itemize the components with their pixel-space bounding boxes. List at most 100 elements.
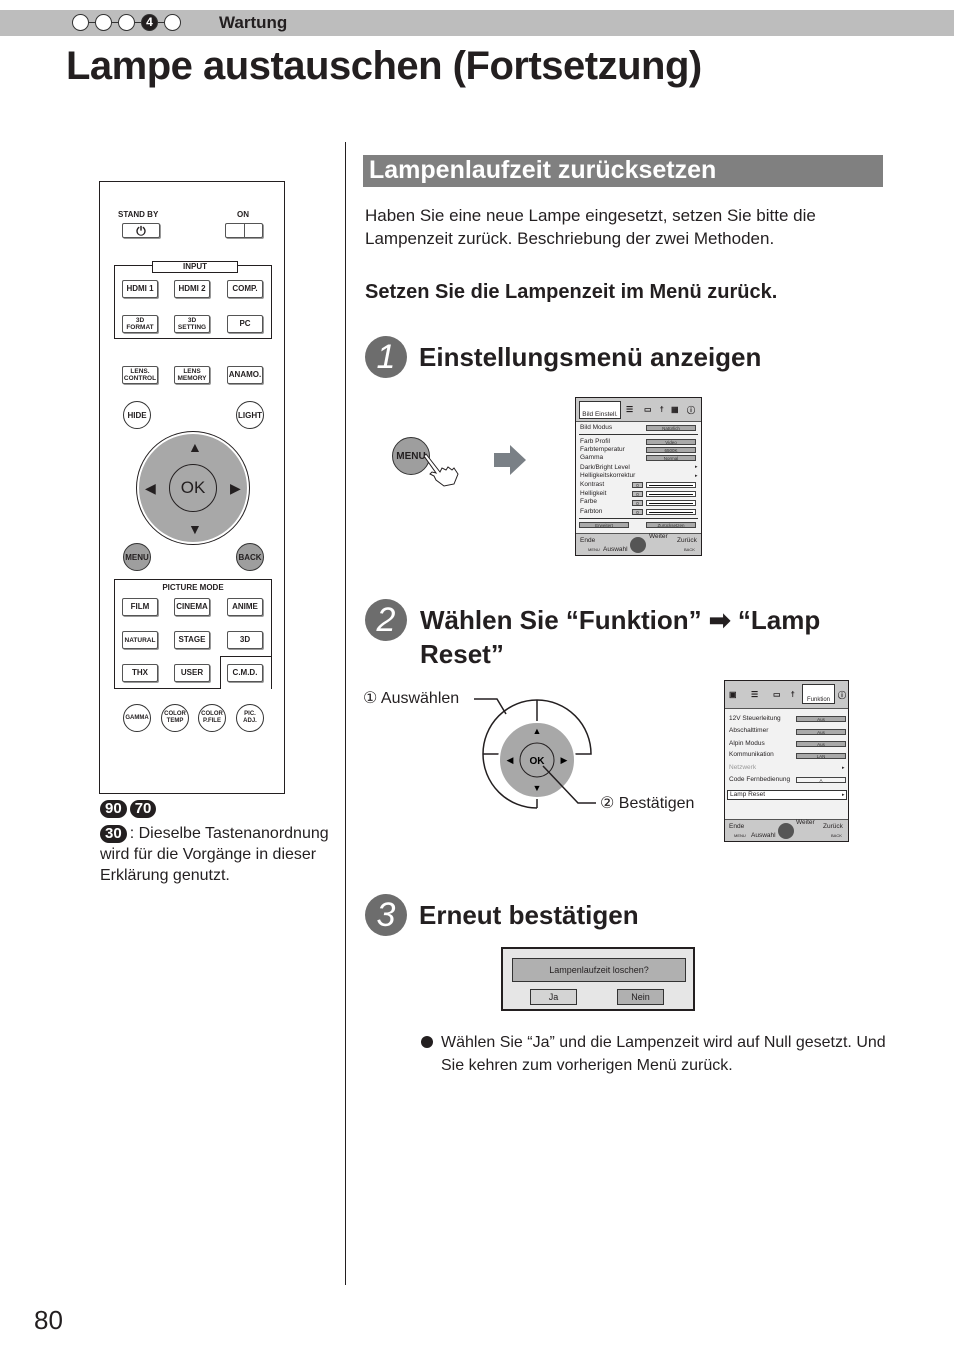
osd-row-value: Natürlich: [646, 425, 696, 431]
osd-number-box: 0: [632, 491, 643, 497]
lens-memory-button[interactable]: LENS MEMORY: [174, 366, 210, 384]
color-temp-button[interactable]: COLOR TEMP: [161, 704, 189, 732]
left-arrow-icon[interactable]: ◀: [145, 481, 156, 495]
anamo-button[interactable]: ANAMO.: [227, 366, 263, 384]
step-number-1: 1: [365, 336, 407, 378]
hide-button[interactable]: HIDE: [123, 401, 151, 429]
osd-tab-bar: ▣ ☰ ▭ ϯ Funktion ⓘ: [725, 681, 848, 709]
standby-button[interactable]: ⏻: [122, 223, 160, 238]
osd-row-label: Gamma: [580, 454, 604, 461]
left-arrow-icon: ◀: [507, 755, 514, 765]
osd-picture-menu: Bild Einstell. ☰ ▭ ϯ ▦ ⓘ Bild Modus Natü…: [575, 397, 702, 556]
user-button[interactable]: USER: [174, 664, 210, 682]
confirm-callout: ② Bestätigen: [600, 795, 695, 812]
osd-row-label: Dark/Bright Level: [580, 464, 630, 471]
light-button[interactable]: LIGHT: [236, 401, 264, 429]
osd-slider: [646, 482, 696, 488]
back-button[interactable]: BACK: [236, 543, 264, 571]
down-arrow-icon: ▼: [533, 783, 542, 793]
anime-button[interactable]: ANIME: [227, 598, 263, 616]
frame-edge: [220, 656, 221, 689]
frame-edge: [220, 656, 272, 657]
osd-slider: [646, 509, 696, 515]
thx-button[interactable]: THX: [122, 664, 158, 682]
osd-separator: [579, 518, 698, 519]
osd-row-label: Helligkeitskorrektur: [580, 472, 636, 479]
footer-next: Weiter: [796, 819, 815, 826]
stage-button[interactable]: STAGE: [174, 631, 210, 649]
menu-button[interactable]: MENU: [123, 543, 151, 571]
osd-row-value: LAN: [796, 753, 846, 759]
info-icon: ⓘ: [687, 406, 695, 415]
osd-row-label: Bild Modus: [580, 424, 613, 431]
btn-line: LENS.: [130, 368, 150, 375]
chapter-step-4-active: 4: [141, 14, 158, 31]
btn-line: GAMMA: [125, 714, 149, 721]
pointing-hand-icon: [423, 453, 459, 487]
settings-sliders-icon: ☰: [626, 405, 634, 414]
pc-button[interactable]: PC: [227, 315, 263, 333]
no-button[interactable]: Nein: [617, 989, 664, 1005]
cinema-button[interactable]: CINEMA: [174, 598, 210, 616]
select-callout: ① Auswählen: [363, 690, 460, 707]
picture-icon: ▣: [729, 690, 737, 699]
settings-sliders-icon: ☰: [751, 690, 759, 699]
osd-row-label: 12V Steuerleitung: [729, 715, 781, 722]
film-button[interactable]: FILM: [122, 598, 158, 616]
3d-format-button[interactable]: 3D FORMAT: [122, 315, 158, 333]
standby-label: STAND BY: [118, 210, 159, 219]
footer-select: Auswahl: [751, 832, 776, 839]
chapter-step-1: [72, 14, 89, 31]
btn-line: 3D: [187, 317, 197, 324]
footer-end-key: MENU: [734, 833, 746, 838]
submenu-arrow-icon: ▸: [842, 765, 845, 771]
bullet-item: Wählen Sie “Ja” und die Lampenzeit wird …: [421, 1031, 891, 1077]
model-note-text: : Dieselbe Tastenanordnung wird für die …: [100, 825, 329, 884]
installation-icon: ϯ: [791, 690, 795, 699]
footer-back-key: BACK: [684, 547, 695, 552]
gamma-button[interactable]: GAMMA: [123, 704, 151, 732]
osd-row-label: Farbton: [580, 508, 603, 515]
cmd-button[interactable]: C.M.D.: [227, 664, 263, 682]
remote-control-illustration: STAND BY ⏻ ON INPUT HDMI 1 HDMI 2 COMP. …: [99, 181, 285, 794]
step-title-1: Einstellungsmenü anzeigen: [419, 342, 762, 372]
up-arrow-icon[interactable]: ▲: [188, 440, 202, 454]
submenu-arrow-icon: ▸: [695, 464, 698, 470]
hdmi2-button[interactable]: HDMI 2: [174, 280, 210, 298]
osd-row-value: A: [796, 777, 846, 783]
up-arrow-icon: ▲: [533, 726, 542, 736]
right-arrow-icon: ▶: [561, 755, 568, 765]
osd-row-label: Code Fernbedienung: [729, 776, 791, 783]
lens-control-button[interactable]: LENS. CONTROL: [122, 366, 158, 384]
down-arrow-icon[interactable]: ▼: [188, 522, 202, 536]
color-profile-button[interactable]: COLOR P.FILE: [198, 704, 226, 732]
confirm-dialog: Lampenlaufzeit loschen? Ja Nein: [501, 947, 695, 1011]
step-title-3: Erneut bestätigen: [419, 900, 639, 930]
osd-dpad-icon: [778, 823, 794, 839]
osd-dpad-icon: [630, 537, 646, 553]
info-icon: ⓘ: [838, 691, 846, 700]
osd-advanced-button: Erweitert: [579, 522, 629, 528]
btn-line: TEMP: [166, 718, 184, 724]
3d-button[interactable]: 3D: [227, 631, 263, 649]
natural-button[interactable]: NATURAL: [122, 631, 158, 649]
page-number: 80: [34, 1305, 63, 1335]
3d-setting-button[interactable]: 3D SETTING: [174, 315, 210, 333]
right-arrow-icon[interactable]: ▶: [230, 481, 241, 495]
intro-paragraph: Haben Sie eine neue Lampe eingesetzt, se…: [365, 206, 816, 248]
on-button[interactable]: [225, 223, 263, 238]
footer-end-key: MENU: [588, 547, 600, 552]
btn-line: FORMAT: [126, 324, 154, 331]
submenu-arrow-icon: ▸: [842, 792, 845, 798]
hdmi1-button[interactable]: HDMI 1: [122, 280, 158, 298]
bullet-icon: [421, 1036, 433, 1048]
pic-adj-button[interactable]: PIC. ADJ.: [236, 704, 264, 732]
directional-pad[interactable]: ▲ ▼ ◀ ▶ OK: [137, 432, 249, 544]
comp-button[interactable]: COMP.: [227, 280, 263, 298]
ok-button[interactable]: OK: [169, 464, 217, 512]
osd-row-value: Aus: [796, 716, 846, 722]
osd-tab-picture: Bild Einstell.: [579, 401, 621, 419]
yes-button[interactable]: Ja: [530, 989, 577, 1005]
osd-row-label: Alpin Modus: [729, 740, 765, 747]
osd-footer: Ende MENU Auswahl Weiter Zurück BACK: [725, 819, 848, 841]
